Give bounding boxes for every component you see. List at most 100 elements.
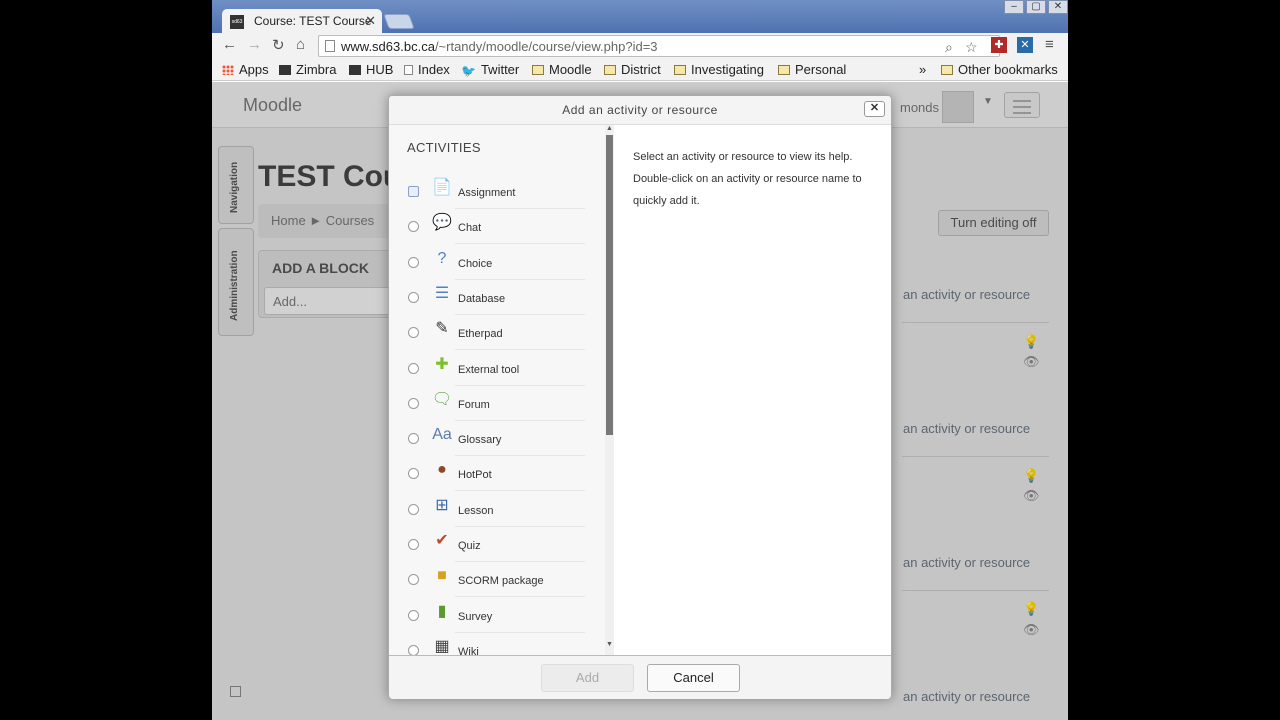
extension-red-icon[interactable]: ✚: [991, 37, 1007, 53]
database-icon: ☰: [434, 284, 450, 302]
hub-icon: [349, 65, 361, 75]
bookmark-personal[interactable]: Personal: [778, 62, 846, 77]
scrollbar-thumb[interactable]: [606, 135, 613, 435]
row-divider: [455, 596, 585, 598]
help-text: Select an activity or resource to view i…: [633, 146, 883, 212]
activity-option[interactable]: ✎ Etherpad: [389, 316, 589, 351]
activity-option[interactable]: 🗨 Forum: [389, 387, 589, 422]
url-host: www.sd63.bc.ca: [341, 39, 435, 54]
bookmark-moodle[interactable]: Moodle: [532, 62, 592, 77]
row-divider: [455, 490, 585, 492]
browser-tab[interactable]: sd63 Course: TEST Course ✕: [222, 9, 382, 33]
folder-icon: [941, 65, 953, 75]
back-icon[interactable]: ←: [222, 36, 237, 53]
bookmark-investigating[interactable]: Investigating: [674, 62, 764, 77]
activity-radio[interactable]: [408, 256, 419, 268]
tab-close-icon[interactable]: ✕: [365, 13, 376, 29]
apps-icon: [222, 65, 234, 75]
activity-option[interactable]: ■ SCORM package: [389, 563, 589, 598]
dialog-footer: Add Cancel: [389, 655, 891, 699]
row-divider: [455, 278, 585, 280]
activity-radio[interactable]: [408, 433, 419, 445]
activity-option[interactable]: ? Choice: [389, 246, 589, 281]
row-divider: [455, 561, 585, 562]
more-bookmarks-chevron[interactable]: »: [919, 62, 926, 77]
forward-icon[interactable]: →: [247, 36, 262, 53]
other-bookmarks[interactable]: Other bookmarks: [941, 62, 1058, 77]
activity-label: Survey: [458, 610, 493, 623]
reload-icon[interactable]: ↻: [272, 36, 285, 54]
window-close-icon[interactable]: ✕: [1048, 0, 1068, 14]
activity-option[interactable]: ✔ Quiz: [389, 528, 589, 563]
activity-list[interactable]: ACTIVITIES 📄 Assignment 💬 Chat? Choice ☰ Datab…: [389, 125, 614, 655]
activity-radio[interactable]: [408, 221, 419, 233]
bookmark-apps[interactable]: Apps: [222, 62, 269, 77]
help-line: Select an activity or resource to view i…: [633, 151, 853, 163]
address-bar[interactable]: www.sd63.bc.ca/~rtandy/moodle/course/vie…: [318, 35, 1000, 57]
activity-radio[interactable]: [408, 539, 419, 550]
bookmark-zimbra[interactable]: Zimbra: [279, 62, 336, 77]
dialog-header: Add an activity or resource ✕: [389, 96, 891, 125]
title-bar: sd63 Course: TEST Course ✕ – ▢ ✕: [212, 0, 1068, 33]
activity-radio[interactable]: [408, 574, 419, 586]
zoom-icon[interactable]: ⌕: [945, 39, 953, 56]
browser-toolbar: ← → ↻ ⌂ www.sd63.bc.ca/~rtandy/moodle/co…: [212, 33, 1068, 59]
scorm-package-icon: ■: [437, 567, 447, 585]
activity-radio[interactable]: [408, 503, 419, 515]
list-scrollbar[interactable]: ▲ ▼: [605, 125, 614, 655]
row-divider: [455, 384, 585, 386]
hotpot-icon: ●: [437, 461, 447, 479]
activity-radio[interactable]: [408, 327, 419, 339]
activity-label: Glossary: [458, 434, 502, 447]
bookmark-index[interactable]: Index: [404, 62, 450, 77]
activity-radio[interactable]: [408, 609, 419, 621]
activity-option[interactable]: Aa Glossary: [389, 422, 589, 457]
activity-radio[interactable]: [408, 291, 419, 303]
lesson-icon: ⊞: [435, 496, 449, 514]
url-path: /~rtandy/moodle/course/view.php?id=3: [434, 39, 658, 54]
maximize-icon[interactable]: ▢: [1026, 0, 1046, 14]
row-divider: [455, 631, 585, 633]
activity-option[interactable]: ▦ Wiki: [389, 634, 589, 655]
bookmark-hub[interactable]: HUB: [349, 62, 393, 77]
activity-radio[interactable]: [408, 186, 419, 197]
activity-radio[interactable]: [408, 644, 419, 655]
twitter-icon: 🐦: [461, 64, 476, 78]
activity-option[interactable]: ● HotPot: [389, 457, 589, 492]
help-line: quickly add it.: [633, 195, 700, 207]
menu-icon[interactable]: ≡: [1045, 36, 1054, 53]
activity-option[interactable]: ✚ External tool: [389, 352, 589, 387]
scroll-down-icon[interactable]: ▼: [606, 641, 613, 648]
extension-blue-icon[interactable]: ✕: [1017, 37, 1033, 53]
forum-icon: 🗨: [431, 390, 453, 408]
bookmark-star-icon[interactable]: ☆: [965, 39, 978, 56]
new-tab-button[interactable]: [383, 14, 415, 29]
bookmark-district[interactable]: District: [604, 62, 661, 77]
scroll-up-icon[interactable]: ▲: [606, 125, 613, 132]
add-button[interactable]: Add: [541, 664, 634, 692]
activity-option[interactable]: 📄 Assignment: [389, 175, 589, 210]
activity-option[interactable]: ⊞ Lesson: [389, 493, 589, 528]
row-divider: [455, 525, 585, 527]
activity-radio[interactable]: [408, 468, 419, 480]
folder-icon: [532, 65, 544, 75]
page-icon: [404, 65, 413, 75]
home-icon[interactable]: ⌂: [296, 36, 305, 53]
activity-label: Lesson: [458, 504, 494, 517]
activity-option[interactable]: ☰ Database: [389, 281, 589, 316]
cancel-button[interactable]: Cancel: [647, 664, 740, 692]
activity-option[interactable]: 💬 Chat: [389, 210, 589, 245]
activity-radio[interactable]: [408, 397, 419, 409]
activity-option[interactable]: ▮ Survey: [389, 599, 589, 634]
activities-heading: ACTIVITIES: [407, 140, 481, 155]
chat-icon: 💬: [432, 214, 452, 232]
dialog-close-button[interactable]: ✕: [864, 101, 885, 117]
activity-label: Quiz: [458, 540, 481, 552]
minimize-icon[interactable]: –: [1004, 0, 1024, 14]
folder-icon: [778, 65, 790, 75]
folder-icon: [604, 65, 616, 75]
activity-radio[interactable]: [408, 362, 419, 374]
bookmark-twitter[interactable]: 🐦 Twitter: [461, 62, 519, 78]
bookmarks-bar: Apps Zimbra HUB Index 🐦 Twitter Moodle Di…: [212, 59, 1068, 81]
zimbra-icon: [279, 65, 291, 75]
